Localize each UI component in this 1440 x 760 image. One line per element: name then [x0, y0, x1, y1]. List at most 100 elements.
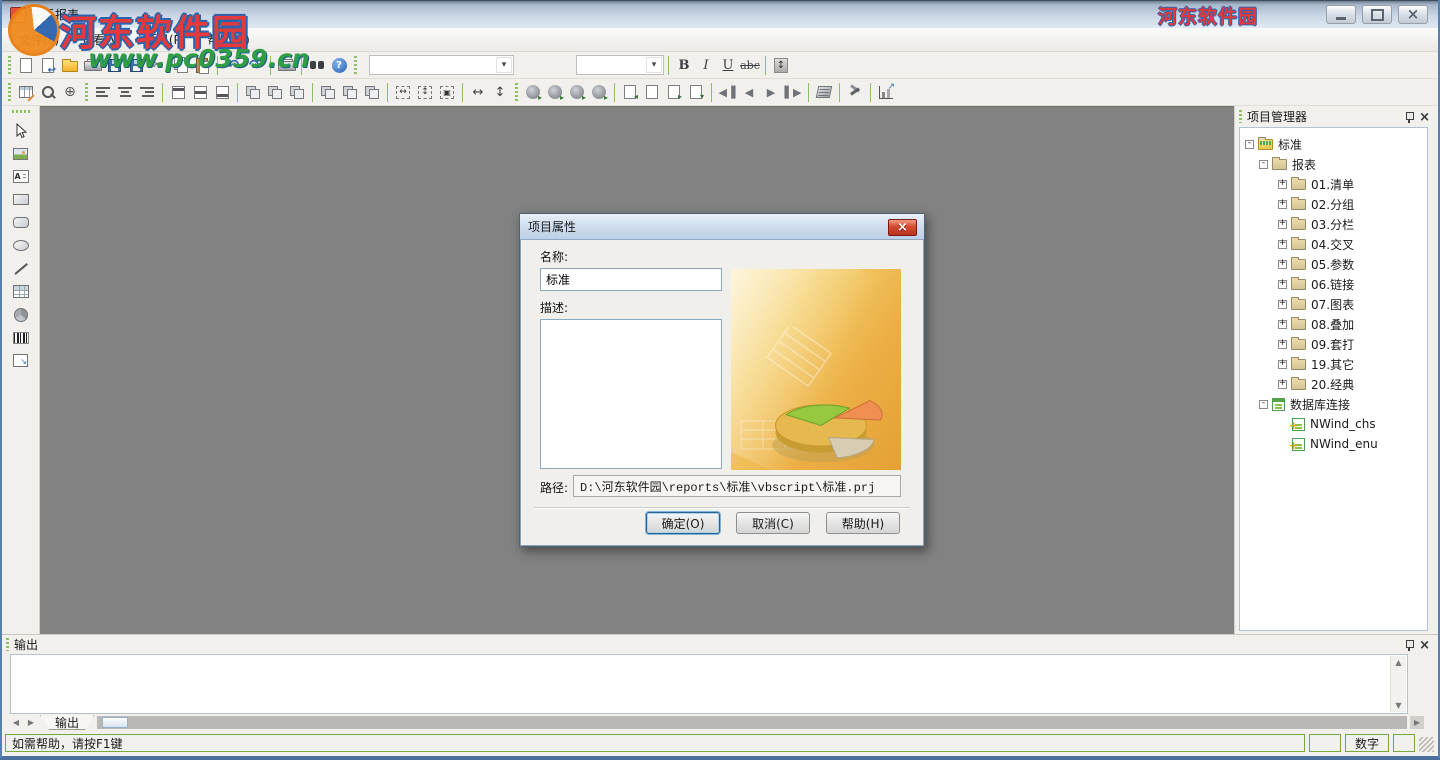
- menu-view[interactable]: 查看(V): [70, 28, 134, 51]
- send-to-back-button[interactable]: [286, 81, 308, 103]
- last-page-button[interactable]: [782, 81, 804, 103]
- tab-scroll-right-icon[interactable]: [25, 716, 37, 729]
- scroll-up-icon[interactable]: [1395, 658, 1401, 667]
- tree-item[interactable]: 04.交叉: [1240, 234, 1427, 254]
- toolbar-grip[interactable]: [8, 56, 11, 74]
- report-designer-button[interactable]: [15, 81, 37, 103]
- swap-order-button[interactable]: [264, 81, 286, 103]
- tab-scroll-left-icon[interactable]: [10, 716, 22, 729]
- open-button[interactable]: [37, 54, 59, 76]
- tree-item[interactable]: 02.分组: [1240, 194, 1427, 214]
- bring-to-front-button[interactable]: [242, 81, 264, 103]
- vertical-spacing-button[interactable]: [489, 81, 511, 103]
- align-center-button[interactable]: [114, 81, 136, 103]
- expand-icon[interactable]: [1278, 320, 1287, 329]
- collapse-icon[interactable]: [1259, 400, 1268, 409]
- scrollbar-thumb[interactable]: [102, 717, 128, 728]
- name-input[interactable]: [540, 268, 722, 291]
- tree-item[interactable]: 09.套打: [1240, 334, 1427, 354]
- tree-item[interactable]: 08.叠加: [1240, 314, 1427, 334]
- table-tool[interactable]: [7, 280, 35, 303]
- save-all-button[interactable]: [125, 54, 147, 76]
- expand-icon[interactable]: [1278, 300, 1287, 309]
- new-button[interactable]: [15, 54, 37, 76]
- align-top-button[interactable]: [167, 81, 189, 103]
- expand-icon[interactable]: [1278, 360, 1287, 369]
- size-height-button[interactable]: [414, 81, 436, 103]
- menu-help[interactable]: 帮助(H): [196, 28, 260, 51]
- tree-item[interactable]: 06.链接: [1240, 274, 1427, 294]
- cut-button[interactable]: [147, 54, 169, 76]
- cancel-button[interactable]: 取消(C): [736, 512, 810, 534]
- redo-button[interactable]: [244, 54, 266, 76]
- same-size-button[interactable]: [361, 81, 383, 103]
- label-tool[interactable]: [7, 165, 35, 188]
- options-button[interactable]: [59, 81, 81, 103]
- ellipse-tool[interactable]: [7, 234, 35, 257]
- page-import-button[interactable]: [685, 81, 707, 103]
- scroll-right-icon[interactable]: [1410, 716, 1424, 729]
- pin-icon[interactable]: [1404, 639, 1414, 651]
- help-button[interactable]: 帮助(H): [826, 512, 900, 534]
- run-to-preview-button[interactable]: [544, 81, 566, 103]
- run-to-printer-button[interactable]: [522, 81, 544, 103]
- tree-item[interactable]: 19.其它: [1240, 354, 1427, 374]
- output-vertical-scrollbar[interactable]: [1390, 656, 1406, 712]
- minimize-button[interactable]: [1326, 5, 1356, 24]
- collapse-icon[interactable]: [1245, 140, 1254, 149]
- expand-icon[interactable]: [1278, 180, 1287, 189]
- bold-button[interactable]: B: [673, 54, 695, 76]
- expand-icon[interactable]: [1278, 280, 1287, 289]
- toolbar-grip[interactable]: [354, 56, 357, 74]
- toolbar-grip[interactable]: [85, 83, 88, 101]
- first-page-button[interactable]: [716, 81, 738, 103]
- undo-button[interactable]: [222, 54, 244, 76]
- panel-close-icon[interactable]: [1419, 638, 1430, 652]
- next-page-button[interactable]: [760, 81, 782, 103]
- line-tool[interactable]: [7, 257, 35, 280]
- tab-output[interactable]: 输出: [40, 715, 94, 730]
- expand-icon[interactable]: [1278, 200, 1287, 209]
- page-next-insert-button[interactable]: [663, 81, 685, 103]
- page-prev-insert-button[interactable]: [619, 81, 641, 103]
- zoom-button[interactable]: [37, 81, 59, 103]
- expand-icon[interactable]: [1278, 260, 1287, 269]
- tree-item[interactable]: NWind_chs: [1240, 414, 1427, 434]
- expand-icon[interactable]: [1278, 240, 1287, 249]
- size-width-button[interactable]: [392, 81, 414, 103]
- tree-item[interactable]: 数据库连接: [1240, 394, 1427, 414]
- same-height-button[interactable]: [339, 81, 361, 103]
- tree-item[interactable]: 20.经典: [1240, 374, 1427, 394]
- rectangle-tool[interactable]: [7, 188, 35, 211]
- run-to-file-button[interactable]: [566, 81, 588, 103]
- paste-button[interactable]: [191, 54, 213, 76]
- copy-button[interactable]: [169, 54, 191, 76]
- image-tool[interactable]: [7, 142, 35, 165]
- expand-icon[interactable]: [1278, 220, 1287, 229]
- font-name-combo[interactable]: [369, 55, 514, 75]
- palette-grip[interactable]: [12, 110, 30, 113]
- tree-item[interactable]: 07.图表: [1240, 294, 1427, 314]
- align-left-button[interactable]: [92, 81, 114, 103]
- previous-page-button[interactable]: [738, 81, 760, 103]
- horizontal-scrollbar[interactable]: [97, 716, 1407, 729]
- tree-item[interactable]: 05.参数: [1240, 254, 1427, 274]
- page-new-button[interactable]: [641, 81, 663, 103]
- chart-wizard-button[interactable]: [875, 81, 897, 103]
- font-size-combo[interactable]: [576, 55, 664, 75]
- resize-grip[interactable]: [1419, 737, 1434, 752]
- tree-item[interactable]: 03.分栏: [1240, 214, 1427, 234]
- tools-button[interactable]: [844, 81, 866, 103]
- panel-grip[interactable]: [6, 638, 9, 651]
- print-preview-button[interactable]: [81, 54, 103, 76]
- align-bottom-button[interactable]: [211, 81, 233, 103]
- dialog-close-button[interactable]: [888, 219, 917, 236]
- panel-close-icon[interactable]: [1419, 110, 1430, 124]
- menu-project[interactable]: 项目(P): [134, 28, 197, 51]
- menu-file[interactable]: 文件(F): [8, 28, 70, 51]
- tree-item[interactable]: 标准: [1240, 134, 1427, 154]
- subreport-tool[interactable]: [7, 349, 35, 372]
- scroll-down-icon[interactable]: [1395, 701, 1401, 710]
- align-right-button[interactable]: [136, 81, 158, 103]
- description-input[interactable]: [540, 319, 722, 469]
